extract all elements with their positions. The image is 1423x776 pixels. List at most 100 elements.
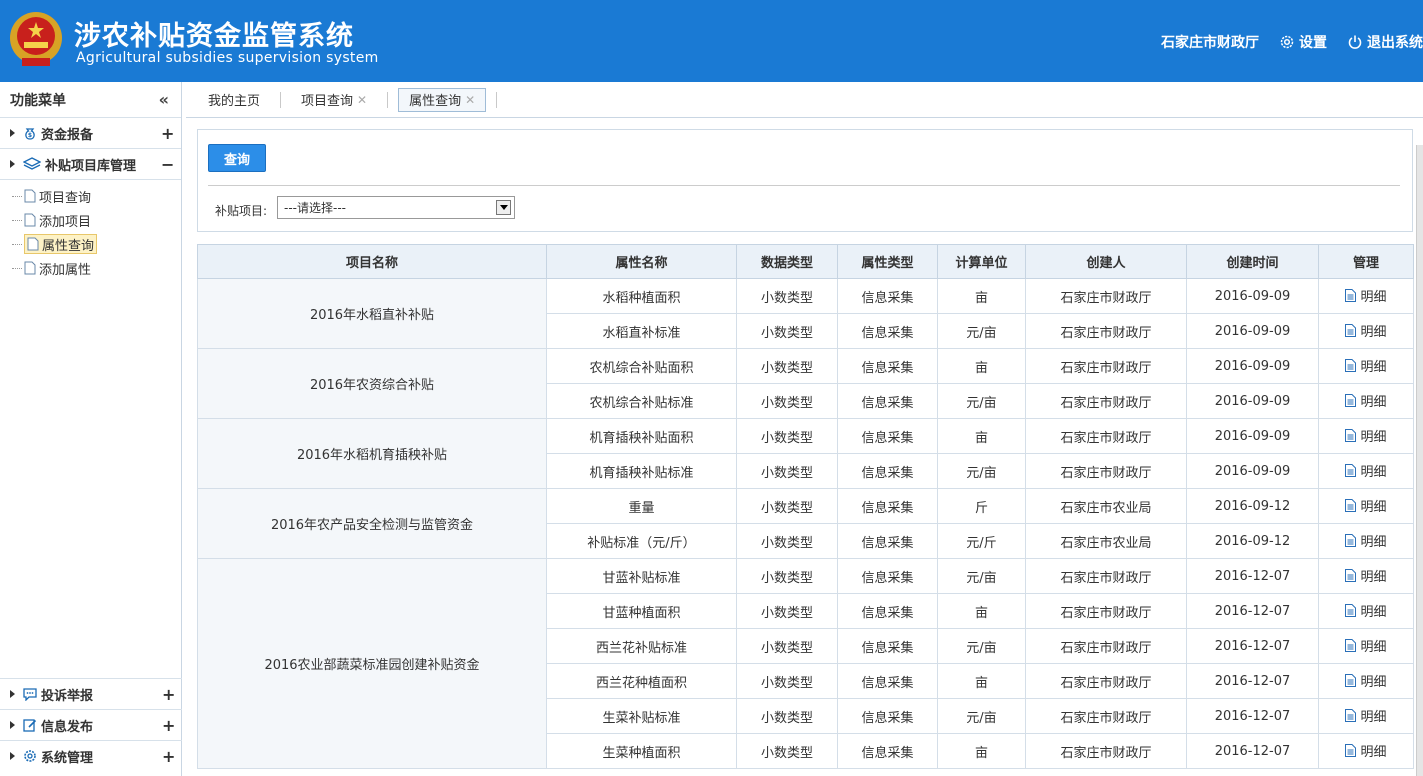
table-row[interactable]: 2016年水稻直补补贴 水稻种植面积 小数类型 信息采集亩石家庄市财政厅 2016-09… [197, 278, 1414, 349]
created-date-cell: 2016-09-12 [1186, 523, 1319, 559]
sidebar-item-add-project[interactable]: 添加项目 [0, 208, 181, 232]
unit-cell: 元/亩 [937, 383, 1026, 419]
attribute-name-cell: 机育插秧补贴面积 [546, 418, 737, 454]
sidebar-group-complaints[interactable]: 投诉举报 + [0, 678, 182, 709]
data-type-cell: 小数类型 [736, 278, 838, 314]
column-header[interactable]: 管理 [1318, 244, 1414, 279]
column-header[interactable]: 项目名称 [197, 244, 547, 279]
close-icon[interactable]: ✕ [357, 93, 367, 107]
unit-cell: 亩 [937, 663, 1026, 699]
attribute-name-cell: 生菜补贴标准 [546, 698, 737, 734]
table-row[interactable]: 2016年农资综合补贴 农机综合补贴面积 小数类型 信息采集亩石家庄市财政厅 2016-… [197, 348, 1414, 419]
current-user-label: 石家庄市财政厅 [1161, 35, 1259, 51]
detail-link[interactable]: 明细 [1345, 321, 1387, 340]
gear-icon [1280, 35, 1294, 49]
detail-link[interactable]: 明细 [1345, 426, 1387, 445]
project-name-cell: 2016年农资综合补贴 [197, 348, 547, 419]
current-user[interactable]: 石家庄市财政厅 [1161, 32, 1259, 52]
detail-icon [1345, 639, 1357, 652]
column-header[interactable]: 数据类型 [736, 244, 838, 279]
sidebar-group-info-publish[interactable]: 信息发布 + [0, 709, 182, 740]
attribute-name-cell: 补贴标准（元/斤） [546, 523, 737, 559]
attribute-type-cell: 信息采集 [837, 453, 938, 489]
detail-label: 明细 [1360, 500, 1387, 515]
scrollbar[interactable] [1416, 145, 1423, 776]
attribute-type-cell: 信息采集 [837, 733, 938, 769]
unit-cell: 元/亩 [937, 698, 1026, 734]
creator-cell: 石家庄市财政厅 [1025, 733, 1187, 769]
tab-home[interactable]: 我的主页 [198, 88, 270, 112]
detail-icon [1345, 604, 1357, 617]
created-date-cell: 2016-09-12 [1186, 488, 1319, 524]
column-header[interactable]: 计算单位 [937, 244, 1026, 279]
sidebar-group-system-admin[interactable]: 系统管理 + [0, 740, 182, 771]
detail-link[interactable]: 明细 [1345, 286, 1387, 305]
column-header[interactable]: 属性名称 [546, 244, 737, 279]
detail-icon [1345, 289, 1357, 302]
column-header[interactable]: 创建人 [1025, 244, 1187, 279]
sidebar-item-attribute-query[interactable]: 属性查询 [0, 232, 181, 256]
detail-link[interactable]: 明细 [1345, 636, 1387, 655]
detail-link[interactable]: 明细 [1345, 706, 1387, 725]
expand-toggle-icon: + [162, 684, 176, 704]
attribute-type-cell: 信息采集 [837, 348, 938, 384]
creator-cell: 石家庄市财政厅 [1025, 453, 1187, 489]
table-row[interactable]: 2016年水稻机育插秧补贴 机育插秧补贴面积 小数类型 信息采集亩石家庄市财政厅 201… [197, 418, 1414, 489]
creator-cell: 石家庄市财政厅 [1025, 593, 1187, 629]
national-emblem-icon [10, 12, 62, 66]
table-header-row: 项目名称 属性名称 数据类型 属性类型 计算单位 创建人 创建时间 管理 [197, 244, 1414, 279]
tab-attribute-query[interactable]: 属性查询 ✕ [398, 87, 487, 112]
created-date-cell: 2016-12-07 [1186, 628, 1319, 664]
table-row[interactable]: 2016年农产品安全检测与监管资金 重量 小数类型 信息采集斤石家庄市农业局 2016-… [197, 488, 1414, 559]
expand-arrow-icon [10, 721, 15, 729]
attribute-name-cell: 生菜种植面积 [546, 733, 737, 769]
manage-cell: 明细 [1318, 698, 1414, 734]
detail-link[interactable]: 明细 [1345, 601, 1387, 620]
column-header[interactable]: 创建时间 [1186, 244, 1319, 279]
tab-divider [387, 91, 389, 108]
detail-icon [1345, 324, 1357, 337]
chevron-down-icon[interactable] [496, 200, 511, 215]
attribute-type-cell: 信息采集 [837, 523, 938, 559]
project-name-cell: 2016年农产品安全检测与监管资金 [197, 488, 547, 559]
project-name-cell: 2016年水稻直补补贴 [197, 278, 547, 349]
detail-link[interactable]: 明细 [1345, 356, 1387, 375]
sidebar-item-label: 添加属性 [39, 262, 92, 278]
detail-link[interactable]: 明细 [1345, 566, 1387, 585]
sidebar-group-fund-report[interactable]: $ 资金报备 + [0, 118, 181, 149]
column-header[interactable]: 属性类型 [837, 244, 938, 279]
detail-link[interactable]: 明细 [1345, 671, 1387, 690]
detail-link[interactable]: 明细 [1345, 741, 1387, 760]
attribute-type-cell: 信息采集 [837, 418, 938, 454]
detail-link[interactable]: 明细 [1345, 391, 1387, 410]
unit-cell: 亩 [937, 733, 1026, 769]
detail-link[interactable]: 明细 [1345, 496, 1387, 515]
collapse-icon[interactable]: « [159, 90, 169, 109]
table-body: 2016年水稻直补补贴 水稻种植面积 小数类型 信息采集亩石家庄市财政厅 2016-09… [197, 278, 1414, 769]
close-icon[interactable]: ✕ [465, 93, 475, 107]
data-type-cell: 小数类型 [736, 488, 838, 524]
sidebar-group-project-library[interactable]: 补贴项目库管理 − [0, 149, 181, 180]
header-actions: 石家庄市财政厅 设置 退出系统 [1141, 32, 1423, 52]
detail-icon [1345, 499, 1357, 512]
query-button[interactable]: 查询 [208, 144, 266, 172]
manage-cell: 明细 [1318, 383, 1414, 419]
table-row[interactable]: 2016农业部蔬菜标准园创建补贴资金 甘蓝补贴标准 小数类型 信息采集 元/亩 石家庄市财… [197, 558, 1414, 769]
detail-label: 明细 [1360, 465, 1387, 480]
detail-label: 明细 [1360, 710, 1387, 725]
manage-cell: 明细 [1318, 453, 1414, 489]
sidebar-item-add-attribute[interactable]: 添加属性 [0, 256, 181, 280]
app-title: 涉农补贴资金监管系统 [74, 21, 354, 52]
detail-link[interactable]: 明细 [1345, 531, 1387, 550]
manage-cell: 明细 [1318, 663, 1414, 699]
data-type-cell: 小数类型 [736, 628, 838, 664]
logout-button[interactable]: 退出系统 [1347, 32, 1423, 52]
expand-arrow-icon [10, 129, 15, 137]
settings-button[interactable]: 设置 [1279, 32, 1327, 52]
sidebar-group-label: 资金报备 [41, 127, 94, 143]
subsidy-project-select[interactable]: ---请选择--- [277, 196, 515, 219]
sidebar-item-project-query[interactable]: 项目查询 [0, 184, 181, 208]
tab-project-query[interactable]: 项目查询 ✕ [291, 88, 377, 112]
detail-label: 明细 [1360, 675, 1387, 690]
detail-link[interactable]: 明细 [1345, 461, 1387, 480]
